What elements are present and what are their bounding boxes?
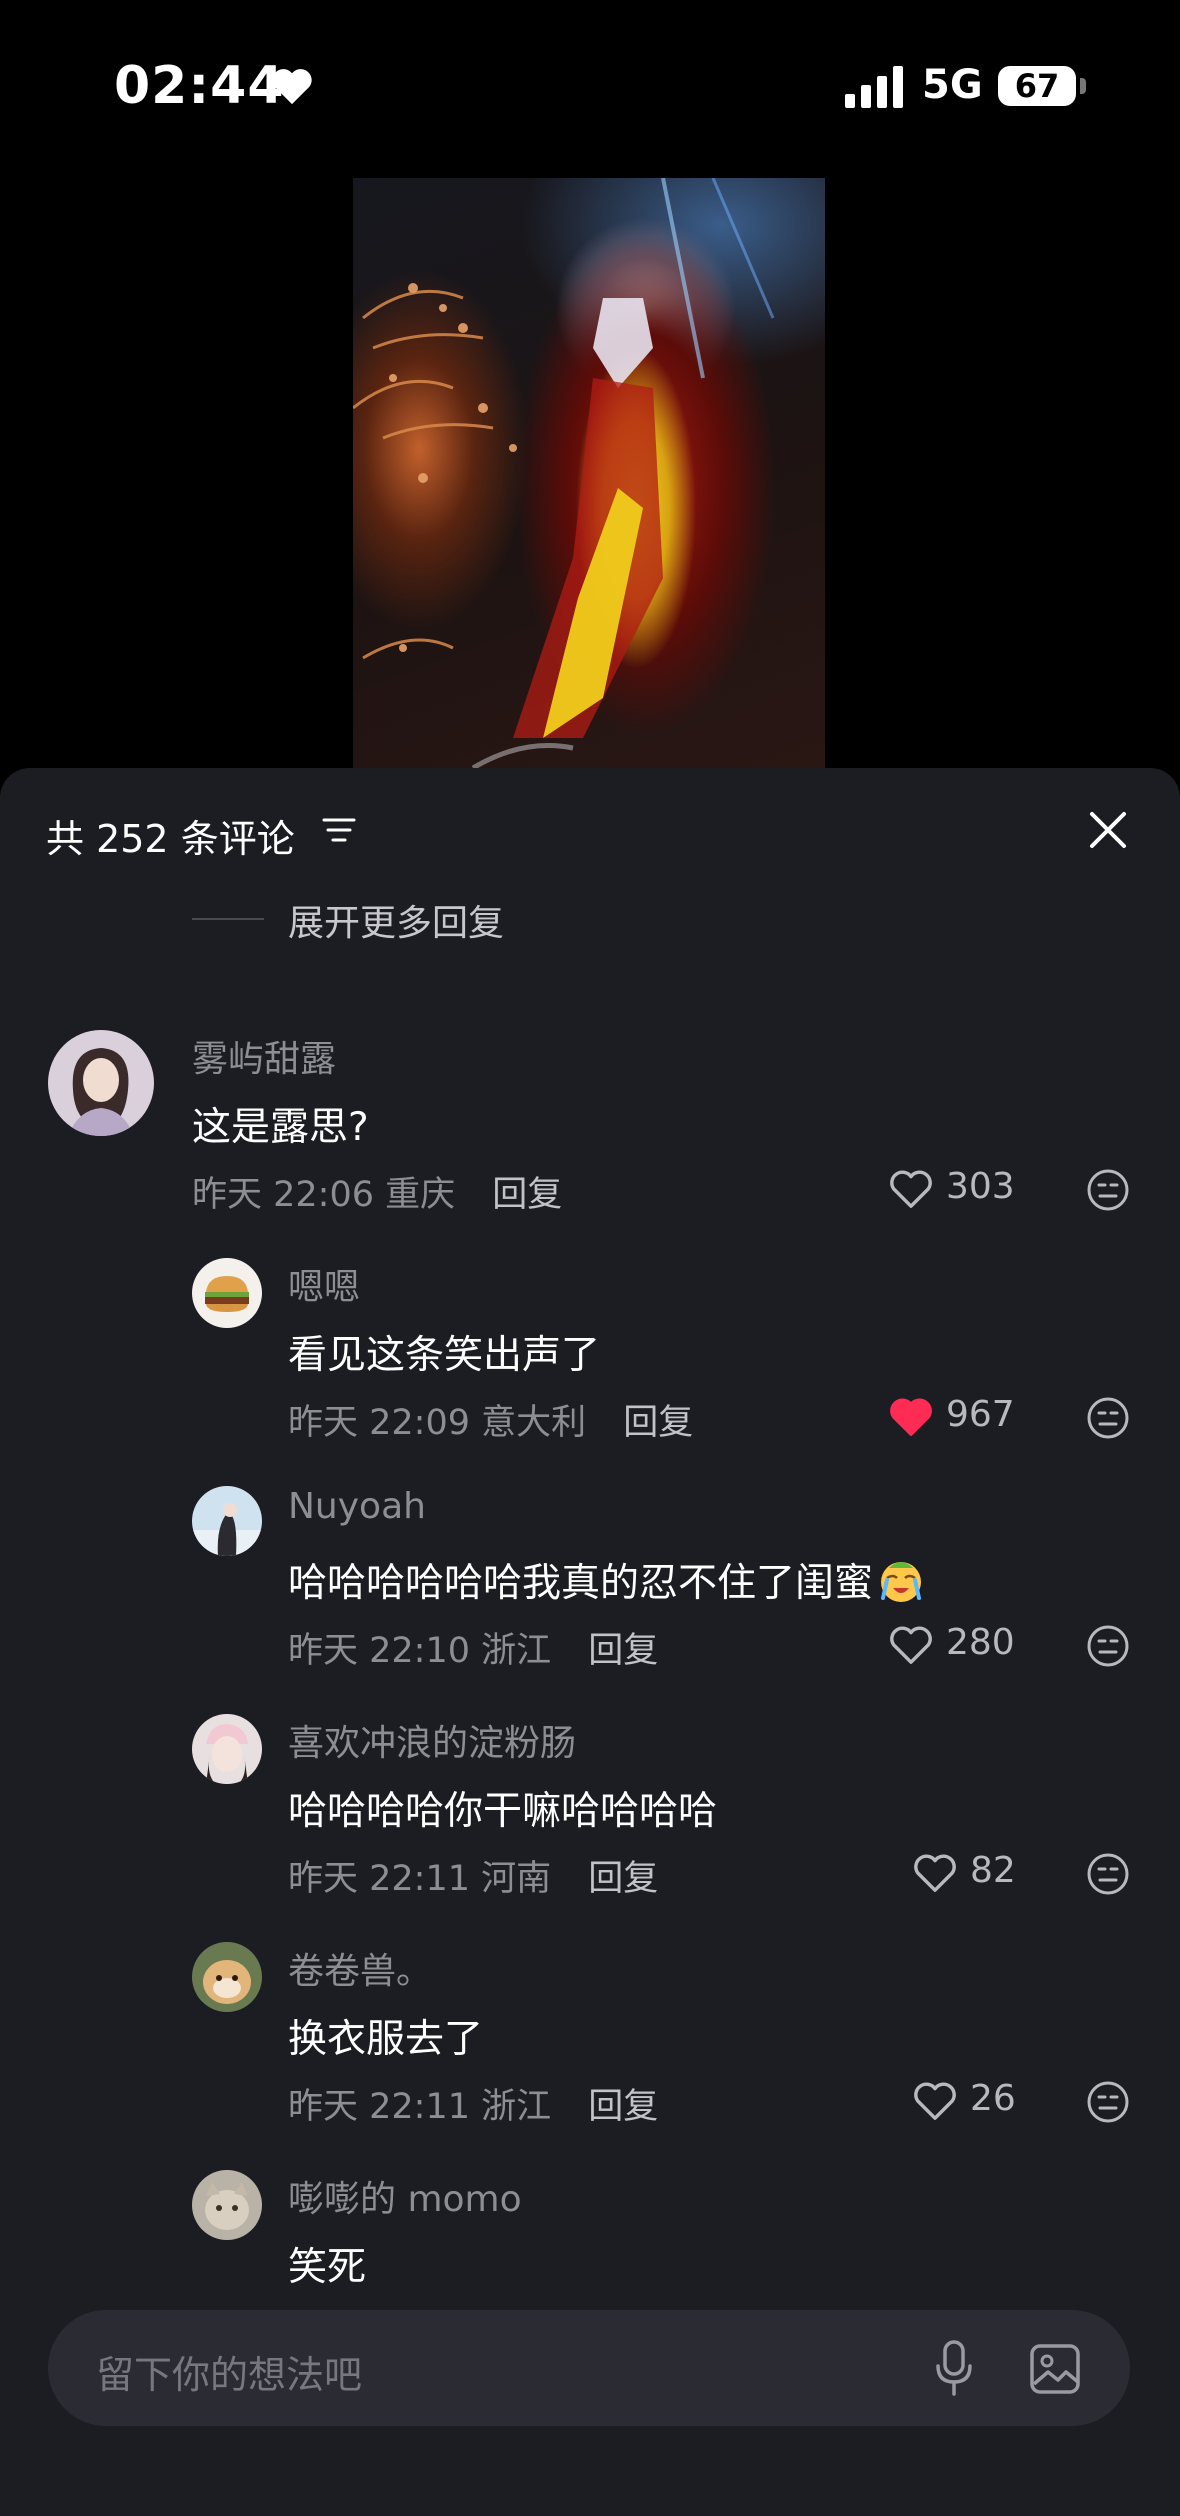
comment-location: 河南 [481, 1859, 552, 1899]
like-count: 82 [970, 1850, 1016, 1891]
status-time: 02:44 [114, 56, 285, 116]
expand-more-label: 展开更多回复 [288, 903, 505, 944]
microphone-icon[interactable] [930, 2338, 978, 2398]
comment-item: 嗯嗯 看见这条笑出声了 昨天 22:09 意大利 回复 967 [0, 1258, 1180, 1478]
comment-text: 这是露思? [192, 1105, 369, 1150]
video-frame [353, 178, 775, 768]
comment-username[interactable]: 卷卷兽。 [288, 1942, 432, 1994]
heart-icon [890, 1398, 932, 1436]
crying-emoji-icon [881, 1562, 922, 1602]
avatar[interactable] [192, 1486, 262, 1556]
emoji-icon[interactable] [1086, 1852, 1130, 1896]
comment-text-content: 哈哈哈哈哈哈我真的忍不住了闺蜜 [288, 1561, 874, 1606]
heart-icon [890, 1170, 932, 1208]
heart-icon [914, 1854, 956, 1892]
comment-text: 看见这条笑出声了 [288, 1333, 601, 1378]
like-count: 280 [946, 1622, 1015, 1663]
battery-indicator: 67 [998, 66, 1076, 106]
comment-input-placeholder: 留下你的想法吧 [96, 2353, 363, 2397]
comment-time: 昨天 22:09 [288, 1403, 470, 1443]
comments-header: 共 252 条评论 [0, 768, 1180, 888]
comment-input[interactable]: 留下你的想法吧 [48, 2310, 1130, 2426]
status-bar: 02:44 5G 67 [0, 0, 1180, 170]
avatar[interactable] [192, 1942, 262, 2012]
reply-button[interactable]: 回复 [623, 1403, 693, 1443]
emoji-icon[interactable] [1086, 1624, 1130, 1668]
emoji-icon[interactable] [1086, 1168, 1130, 1212]
comment-username[interactable]: 嗯嗯 [288, 1258, 360, 1310]
comment-username[interactable]: 嘭嘭的 momo [288, 2170, 522, 2222]
comment-location: 浙江 [481, 1631, 552, 1671]
comment-item: 卷卷兽。 换衣服去了 昨天 22:11 浙江 回复 26 [0, 1942, 1180, 2162]
reply-button[interactable]: 回复 [492, 1175, 562, 1215]
comment-username[interactable]: 喜欢冲浪的淀粉肠 [288, 1714, 576, 1766]
comment-item: 雾屿甜露 这是露思? 昨天 22:06 重庆 回复 303 [0, 1030, 1180, 1250]
comment-meta: 昨天 22:11 浙江 回复 [288, 2078, 658, 2129]
comment-time: 昨天 22:11 [288, 1859, 470, 1899]
comment-meta: 昨天 22:11 河南 回复 [288, 1850, 658, 1901]
comment-count-title: 共 252 条评论 [46, 817, 295, 861]
comment-meta: 昨天 22:06 重庆 回复 [192, 1166, 562, 1217]
comment-location: 浙江 [481, 2087, 552, 2127]
comment-location: 意大利 [481, 1403, 587, 1443]
comment-text: 换衣服去了 [288, 2017, 484, 2062]
emoji-icon[interactable] [1086, 1396, 1130, 1440]
like-count: 303 [946, 1166, 1015, 1207]
like-count: 967 [946, 1394, 1015, 1435]
comment-username[interactable]: Nuyoah [288, 1486, 426, 1527]
network-type: 5G [922, 62, 983, 108]
comments-panel: 共 252 条评论 展开更多回复 雾屿甜露 这是露思? 昨天 22:06 重庆 … [0, 768, 1180, 2516]
reply-button[interactable]: 回复 [588, 1631, 658, 1671]
heart-icon [272, 69, 312, 105]
signal-icon [845, 66, 903, 108]
comment-time: 昨天 22:10 [288, 1631, 470, 1671]
comment-time: 昨天 22:11 [288, 2087, 470, 2127]
avatar[interactable] [192, 1258, 262, 1328]
comment-text: 哈哈哈哈你干嘛哈哈哈哈 [288, 1789, 718, 1834]
video-player[interactable] [353, 178, 825, 768]
heart-icon [914, 2082, 956, 2120]
battery-cap [1080, 78, 1086, 94]
reply-button[interactable]: 回复 [588, 1859, 658, 1899]
comment-time: 昨天 22:06 [192, 1175, 374, 1215]
comment-meta: 昨天 22:10 浙江 回复 [288, 1622, 658, 1673]
comment-location: 重庆 [385, 1175, 456, 1215]
emoji-icon[interactable] [1086, 2080, 1130, 2124]
comment-meta: 昨天 22:09 意大利 回复 [288, 1394, 693, 1445]
avatar[interactable] [192, 1714, 262, 1784]
divider [192, 918, 264, 920]
comment-item: 喜欢冲浪的淀粉肠 哈哈哈哈你干嘛哈哈哈哈 昨天 22:11 河南 回复 82 [0, 1714, 1180, 1934]
comment-text: 笑死 [288, 2245, 367, 2290]
like-count: 26 [970, 2078, 1016, 2119]
reply-button[interactable]: 回复 [588, 2087, 658, 2127]
comment-username[interactable]: 雾屿甜露 [192, 1030, 336, 1082]
avatar[interactable] [48, 1030, 154, 1136]
image-icon[interactable] [1028, 2342, 1082, 2396]
comment-text: 哈哈哈哈哈哈我真的忍不住了闺蜜 [288, 1552, 927, 1608]
avatar[interactable] [192, 2170, 262, 2240]
close-icon[interactable] [1086, 808, 1130, 852]
comment-item: Nuyoah 哈哈哈哈哈哈我真的忍不住了闺蜜 昨天 22:10 浙江 回复 28… [0, 1486, 1180, 1706]
heart-icon [890, 1626, 932, 1664]
filter-icon[interactable] [322, 814, 356, 846]
